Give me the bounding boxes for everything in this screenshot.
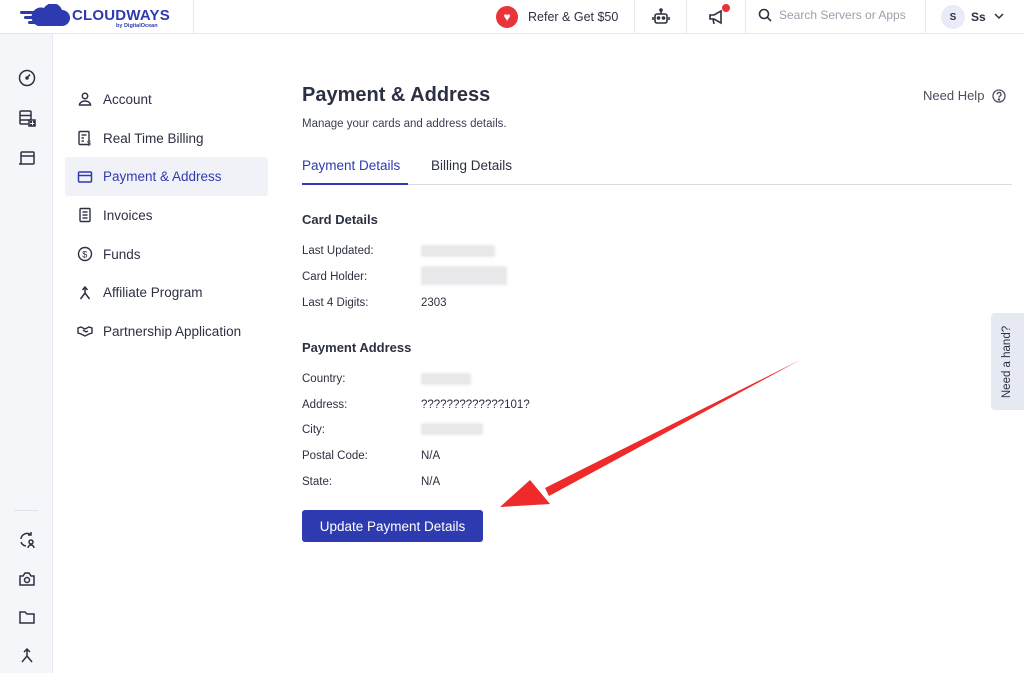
country-label: Country: xyxy=(302,373,346,385)
cloudways-logo[interactable]: CLOUDWAYS by DigitalOcean xyxy=(18,4,193,30)
refer-link[interactable]: ♥ Refer & Get $50 xyxy=(496,5,618,29)
rail-divider xyxy=(14,510,38,511)
merge-icon xyxy=(79,285,91,300)
need-help-label: Need Help xyxy=(923,88,985,103)
merge-icon[interactable] xyxy=(17,646,37,666)
sidebar-item-label: Account xyxy=(103,91,152,107)
camera-settings-icon[interactable] xyxy=(17,569,37,589)
applications-icon[interactable] xyxy=(17,148,37,168)
last-updated-label: Last Updated: xyxy=(302,245,374,257)
city-label: City: xyxy=(302,424,325,436)
sidebar-item-funds[interactable]: $ Funds xyxy=(65,235,268,274)
invoice-icon xyxy=(79,208,91,223)
svg-text:$: $ xyxy=(87,141,91,147)
payment-address-title: Payment Address xyxy=(302,340,412,355)
redacted-value xyxy=(421,373,471,385)
cloud-logo-icon xyxy=(20,4,70,26)
page-title: Payment & Address xyxy=(302,84,491,106)
user-name[interactable]: Ss xyxy=(971,10,986,24)
tab-bar: Payment Details Billing Details xyxy=(302,158,1012,185)
handshake-icon xyxy=(77,326,93,338)
address-label: Address: xyxy=(302,399,348,411)
heart-icon: ♥ xyxy=(496,6,518,28)
user-icon xyxy=(78,92,92,107)
sidebar-item-label: Partnership Application xyxy=(103,323,242,339)
dashboard-icon[interactable] xyxy=(17,68,37,88)
search-placeholder: Search Servers or Apps xyxy=(779,8,906,22)
avatar[interactable]: S xyxy=(941,5,965,29)
chevron-down-icon[interactable] xyxy=(993,9,1005,23)
divider xyxy=(925,0,926,34)
megaphone-icon[interactable] xyxy=(706,4,730,28)
settings-menu: Account $ Real Time Billing Payment & Ad… xyxy=(65,80,268,351)
divider xyxy=(686,0,687,34)
top-bar: CLOUDWAYS by DigitalOcean ♥ Refer & Get … xyxy=(0,0,1024,34)
svg-text:$: $ xyxy=(82,250,87,260)
sidebar-item-invoices[interactable]: Invoices xyxy=(65,196,268,235)
sidebar-item-label: Real Time Billing xyxy=(103,130,204,146)
last4-value: 2303 xyxy=(421,297,447,309)
update-payment-details-button[interactable]: Update Payment Details xyxy=(302,510,483,542)
tab-billing-details[interactable]: Billing Details xyxy=(431,158,512,185)
divider xyxy=(745,0,746,34)
logo-text: CLOUDWAYS xyxy=(72,7,170,24)
notification-dot xyxy=(722,4,730,12)
card-icon xyxy=(77,170,93,183)
sidebar-item-account[interactable]: Account xyxy=(65,80,268,119)
redacted-value xyxy=(421,423,483,435)
state-value: N/A xyxy=(421,476,441,488)
page-subtitle: Manage your cards and address details. xyxy=(302,118,507,130)
need-help-link[interactable]: Need Help xyxy=(923,88,1007,103)
help-icon xyxy=(992,88,1007,103)
tab-payment-details[interactable]: Payment Details xyxy=(302,158,408,185)
sidebar-item-label: Payment & Address xyxy=(103,169,222,185)
postal-code-value: N/A xyxy=(421,450,441,462)
redacted-value xyxy=(421,245,495,257)
last4-label: Last 4 Digits: xyxy=(302,297,369,309)
need-a-hand-label: Need a hand? xyxy=(1001,325,1014,398)
card-holder-label: Card Holder: xyxy=(302,271,368,283)
card-details-title: Card Details xyxy=(302,212,378,227)
sidebar-item-label: Invoices xyxy=(103,207,153,223)
need-a-hand-tab[interactable]: Need a hand? xyxy=(991,313,1024,410)
folder-icon[interactable] xyxy=(17,607,37,627)
redacted-value xyxy=(421,266,507,285)
servers-icon[interactable] xyxy=(17,108,37,128)
team-sync-icon[interactable] xyxy=(17,530,37,550)
bot-icon[interactable] xyxy=(650,6,672,28)
postal-code-label: Postal Code: xyxy=(302,450,368,462)
search-icon xyxy=(758,8,772,22)
billing-icon: $ xyxy=(78,130,91,147)
sidebar-item-affiliate-program[interactable]: Affiliate Program xyxy=(65,273,268,312)
divider xyxy=(634,0,635,34)
sidebar-item-partnership-application[interactable]: Partnership Application xyxy=(65,312,268,351)
search-box[interactable]: Search Servers or Apps xyxy=(758,8,906,22)
address-value: ?????????????101? xyxy=(421,399,530,411)
sidebar-item-payment-address[interactable]: Payment & Address xyxy=(65,157,268,197)
refer-label: Refer & Get $50 xyxy=(528,10,619,24)
sidebar-item-real-time-billing[interactable]: $ Real Time Billing xyxy=(65,119,268,158)
dollar-icon: $ xyxy=(77,246,93,262)
sidebar-item-label: Affiliate Program xyxy=(103,285,203,301)
icon-rail xyxy=(0,34,53,673)
sidebar-item-label: Funds xyxy=(103,246,141,262)
logo-subtext: by DigitalOcean xyxy=(116,23,158,29)
state-label: State: xyxy=(302,476,333,488)
divider xyxy=(193,0,194,34)
